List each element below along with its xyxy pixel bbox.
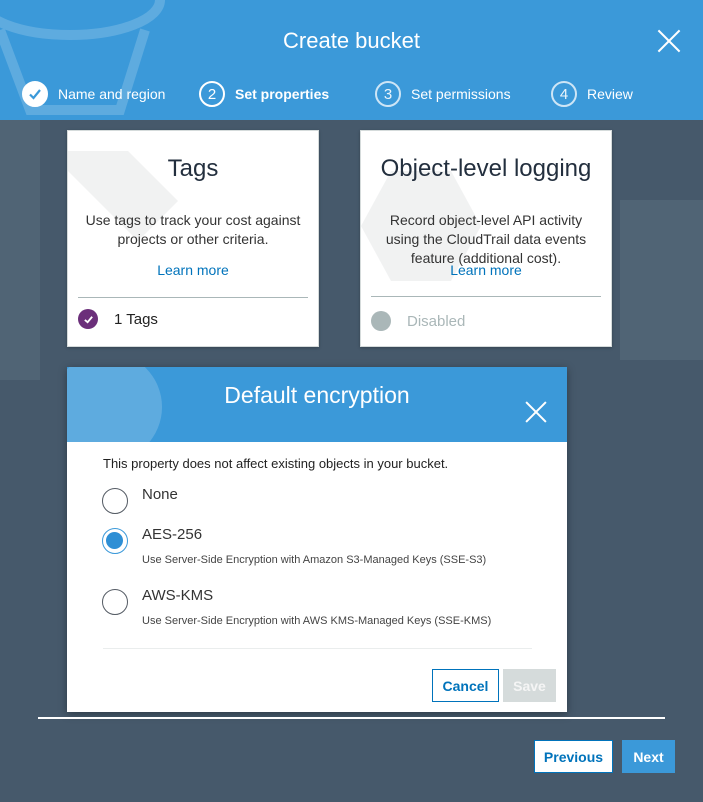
- wizard-header: Create bucket Name and region 2 Set prop…: [0, 0, 703, 120]
- footer-divider: [38, 717, 665, 719]
- check-icon: [22, 81, 48, 107]
- step-label: Set permissions: [411, 86, 511, 102]
- step-set-permissions[interactable]: 3 Set permissions: [375, 80, 511, 108]
- background-shape: [0, 120, 40, 380]
- option-label: AWS-KMS: [142, 587, 214, 604]
- close-icon[interactable]: [656, 28, 684, 56]
- tags-count: 1 Tags: [114, 310, 158, 328]
- divider: [371, 296, 601, 297]
- option-label: AES-256: [142, 526, 203, 543]
- logging-status-label: Disabled: [407, 312, 466, 330]
- step-number: 4: [551, 81, 577, 107]
- wizard-steps: Name and region 2 Set properties 3 Set p…: [0, 80, 703, 108]
- logging-status: Disabled: [371, 311, 465, 331]
- option-none[interactable]: None: [102, 486, 178, 514]
- cancel-button[interactable]: Cancel: [432, 669, 499, 702]
- step-name-and-region[interactable]: Name and region: [22, 80, 165, 108]
- step-label: Set properties: [235, 86, 330, 102]
- learn-more-link[interactable]: Learn more: [68, 262, 318, 278]
- disabled-status-icon: [371, 311, 391, 331]
- step-review[interactable]: 4 Review: [551, 80, 633, 108]
- option-description: Use Server-Side Encryption with Amazon S…: [142, 554, 487, 566]
- step-label: Name and region: [58, 86, 166, 102]
- tags-card[interactable]: Tags Use tags to track your cost against…: [67, 130, 319, 347]
- next-button[interactable]: Next: [622, 740, 675, 773]
- card-description: Record object-level API activity using t…: [385, 212, 587, 266]
- radio-button[interactable]: [102, 589, 128, 615]
- card-title: Tags: [167, 155, 219, 182]
- encryption-note: This property does not affect existing o…: [103, 456, 449, 471]
- step-set-properties[interactable]: 2 Set properties: [199, 80, 329, 108]
- object-level-logging-card[interactable]: Object-level logging Record object-level…: [360, 130, 612, 347]
- learn-more-link[interactable]: Learn more: [361, 262, 611, 278]
- option-aws-kms[interactable]: AWS-KMS Use Server-Side Encryption with …: [102, 587, 492, 627]
- previous-button[interactable]: Previous: [534, 740, 613, 773]
- radio-button[interactable]: [102, 488, 128, 514]
- card-description: Use tags to track your cost against proj…: [85, 212, 301, 247]
- save-button[interactable]: Save: [503, 669, 556, 702]
- step-number: 2: [199, 81, 225, 107]
- encryption-header: Default encryption: [67, 367, 567, 442]
- tags-status: 1 Tags: [78, 309, 158, 329]
- divider: [78, 297, 308, 298]
- option-description: Use Server-Side Encryption with AWS KMS-…: [142, 615, 492, 627]
- card-title: Object-level logging: [380, 155, 592, 182]
- step-number: 3: [375, 81, 401, 107]
- default-encryption-panel: Default encryption This property does no…: [67, 367, 567, 712]
- background-shape: [620, 200, 703, 360]
- encryption-title: Default encryption: [224, 382, 410, 408]
- close-icon[interactable]: [525, 401, 547, 423]
- radio-button[interactable]: [102, 528, 128, 554]
- option-aes-256[interactable]: AES-256 Use Server-Side Encryption with …: [102, 526, 487, 566]
- check-circle-icon: [78, 309, 98, 329]
- option-label: None: [142, 486, 178, 503]
- page-title: Create bucket: [283, 28, 420, 53]
- divider: [103, 648, 532, 649]
- step-label: Review: [587, 86, 633, 102]
